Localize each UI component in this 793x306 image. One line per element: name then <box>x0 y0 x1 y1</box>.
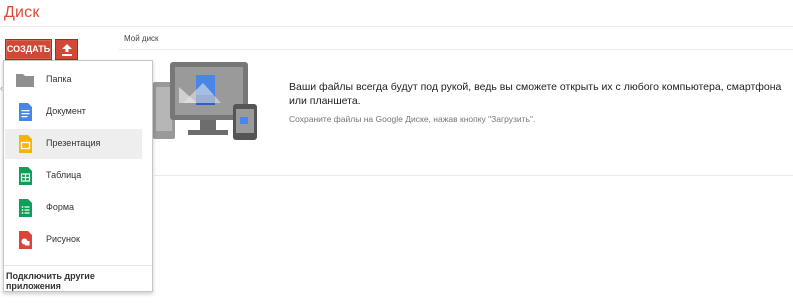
menu-item-document[interactable]: Документ <box>5 97 142 127</box>
menu-item-label: Форма <box>46 202 75 212</box>
menu-item-spreadsheet[interactable]: Таблица <box>5 161 142 191</box>
menu-item-folder[interactable]: Папка <box>5 65 142 95</box>
app-title: Диск <box>4 4 40 21</box>
menu-item-label: Документ <box>46 106 86 116</box>
menu-item-drawing[interactable]: Рисунок <box>5 225 142 255</box>
upload-icon <box>62 44 72 56</box>
document-icon <box>19 103 32 121</box>
menu-divider <box>4 265 152 266</box>
create-menu: Папка Документ Презентация Таблица Форма… <box>3 60 153 292</box>
content-bottom-divider <box>154 175 793 176</box>
presentation-icon <box>19 135 32 153</box>
menu-item-label: Рисунок <box>46 234 80 244</box>
drawing-icon <box>19 231 32 249</box>
empty-state-message: Ваши файлы всегда будут под рукой, ведь … <box>289 81 782 107</box>
folder-icon <box>16 74 34 87</box>
menu-item-presentation[interactable]: Презентация <box>5 129 142 159</box>
form-icon <box>19 199 32 217</box>
breadcrumb[interactable]: Мой диск <box>124 34 159 43</box>
devices-illustration <box>153 62 257 140</box>
empty-state-hint: Сохраните файлы на Google Диске, нажав к… <box>289 114 536 124</box>
content-divider <box>119 49 793 50</box>
menu-item-label: Папка <box>46 74 72 84</box>
spreadsheet-icon <box>19 167 32 185</box>
menu-item-label: Презентация <box>46 138 101 148</box>
connect-more-apps-link[interactable]: Подключить другие приложения <box>6 271 152 291</box>
header-divider <box>0 26 793 27</box>
menu-item-label: Таблица <box>46 170 82 180</box>
upload-button[interactable] <box>55 39 78 60</box>
menu-item-form[interactable]: Форма <box>5 193 142 223</box>
create-button[interactable]: СОЗДАТЬ <box>5 39 52 60</box>
